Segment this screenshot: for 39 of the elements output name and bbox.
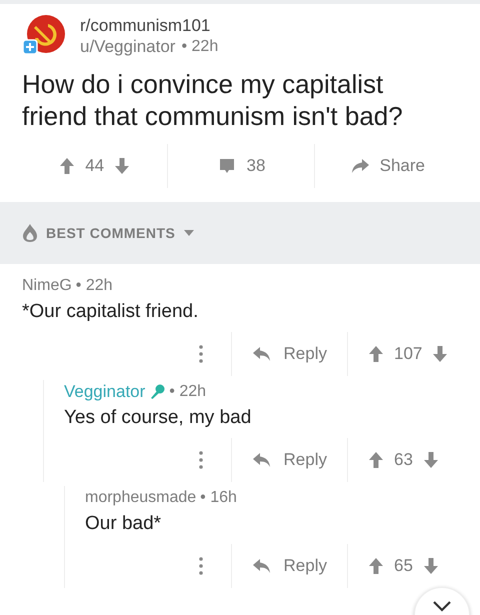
comment-author[interactable]: NimeG <box>22 277 72 295</box>
comment-text: Our bad* <box>85 512 162 536</box>
comment-author[interactable]: morpheusmade <box>85 489 196 507</box>
post-author[interactable]: u/Vegginator <box>80 36 176 57</box>
comment-score: 107 <box>394 344 422 364</box>
downvote-icon[interactable] <box>422 451 439 469</box>
share-button[interactable]: Share <box>314 144 460 188</box>
comment-author[interactable]: Vegginator <box>64 382 146 402</box>
downvote-icon[interactable] <box>432 345 448 363</box>
comment-text: *Our capitalist friend. <box>22 300 200 324</box>
flame-icon <box>22 223 38 243</box>
vote-count: 44 <box>85 156 104 176</box>
sort-dropdown[interactable]: BEST COMMENTS <box>0 202 480 264</box>
comment-score: 63 <box>394 450 413 470</box>
caret-icon <box>183 229 196 237</box>
reply-button[interactable]: Reply <box>230 332 348 376</box>
share-icon <box>350 157 370 175</box>
comment-text: Yes of course, my bad <box>64 406 252 430</box>
comment-score: 65 <box>394 556 413 576</box>
comment-time: • 22h <box>169 383 206 401</box>
post-time: • 22h <box>181 37 218 57</box>
downvote-icon[interactable] <box>114 157 130 175</box>
chevron-down-icon <box>432 600 452 612</box>
comment-count: 38 <box>246 156 266 176</box>
reply-icon <box>252 558 272 574</box>
post-title: How do i convince my capitalist friend that communism isn't bad? <box>22 68 404 132</box>
reply-icon <box>252 452 272 468</box>
downvote-icon[interactable] <box>422 557 439 575</box>
reply-button[interactable]: Reply <box>230 438 348 482</box>
reply-icon <box>252 346 272 362</box>
comment-time: • 16h <box>200 489 237 507</box>
upvote-icon[interactable] <box>368 557 384 575</box>
upvote-icon[interactable] <box>59 157 76 175</box>
subreddit-name[interactable]: r/communism101 <box>80 15 218 36</box>
microphone-icon <box>149 384 166 400</box>
reply-button[interactable]: Reply <box>230 544 348 588</box>
upvote-icon[interactable] <box>368 345 384 363</box>
upvote-icon[interactable] <box>368 451 384 469</box>
comment-time: • 22h <box>76 277 113 295</box>
